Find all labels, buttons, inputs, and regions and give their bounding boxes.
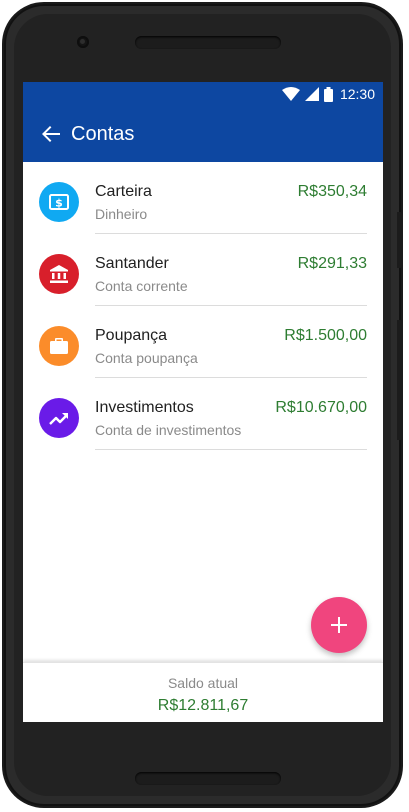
front-camera [77, 36, 89, 48]
status-time: 12:30 [339, 86, 375, 102]
account-item-santander[interactable]: Santander Conta corrente R$291,33 [23, 234, 383, 306]
account-balance: R$350,34 [297, 183, 367, 200]
cash-icon: $ [49, 194, 69, 210]
account-item-investimentos[interactable]: Investimentos Conta de investimentos R$1… [23, 378, 383, 450]
add-account-button[interactable] [311, 597, 367, 653]
account-type: Conta corrente [95, 278, 188, 294]
trending-up-icon [49, 413, 68, 425]
back-button[interactable] [35, 118, 67, 150]
power-button [397, 320, 403, 440]
account-type: Conta poupança [95, 350, 198, 366]
account-avatar [39, 398, 79, 438]
arrow-back-icon [42, 126, 60, 142]
balance-footer: Saldo atual R$12.811,67 [23, 662, 383, 722]
account-avatar [39, 254, 79, 294]
bank-icon [50, 265, 68, 283]
account-balance: R$291,33 [297, 255, 367, 272]
svg-text:$: $ [55, 197, 63, 210]
briefcase-icon [50, 338, 68, 354]
signal-icon [305, 87, 319, 101]
account-balance: R$1.500,00 [284, 327, 367, 344]
earpiece-speaker [135, 36, 281, 49]
account-name: Investimentos [95, 399, 194, 416]
account-name: Santander [95, 255, 169, 272]
accounts-list: $ Carteira Dinheiro R$350,34 Santander C… [23, 162, 383, 450]
bottom-speaker [135, 772, 281, 785]
status-bar: 12:30 [23, 82, 383, 106]
account-item-carteira[interactable]: $ Carteira Dinheiro R$350,34 [23, 162, 383, 234]
balance-total: R$12.811,67 [157, 697, 249, 714]
balance-label: Saldo atual [167, 675, 239, 691]
account-item-poupanca[interactable]: Poupança Conta poupança R$1.500,00 [23, 306, 383, 378]
wifi-icon [282, 87, 300, 101]
status-icons [282, 86, 333, 102]
account-type: Conta de investimentos [95, 422, 242, 438]
account-name: Carteira [95, 183, 152, 200]
account-type: Dinheiro [95, 206, 148, 222]
plus-icon [331, 617, 347, 633]
screen: 12:30 Contas $ Carteira Dinheiro R$350,3… [23, 82, 383, 722]
volume-button [397, 212, 403, 268]
page-title: Contas [71, 123, 135, 145]
account-balance: R$10.670,00 [275, 399, 367, 416]
account-name: Poupança [95, 327, 168, 344]
divider [95, 449, 367, 450]
account-avatar: $ [39, 182, 79, 222]
account-avatar [39, 326, 79, 366]
app-bar: Contas [23, 106, 383, 162]
battery-icon [324, 86, 333, 102]
